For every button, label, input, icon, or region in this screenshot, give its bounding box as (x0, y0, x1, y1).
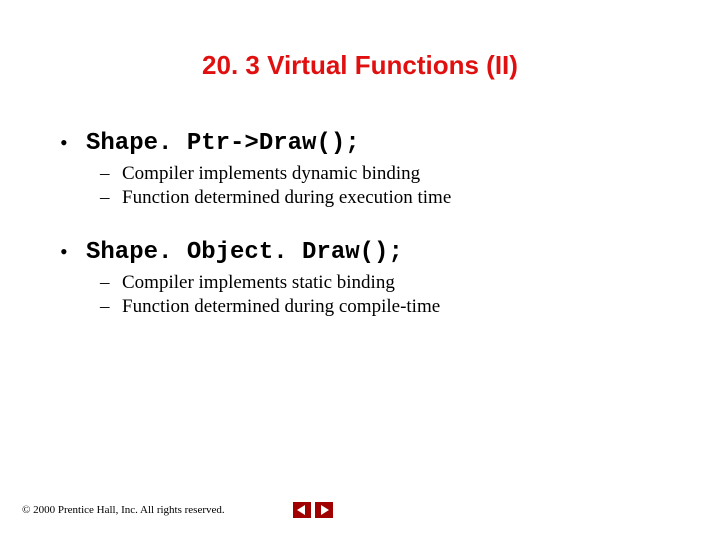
bullet-level-2: Compiler implements static binding (100, 272, 680, 294)
bullet-level-2: Function determined during execution tim… (100, 187, 680, 209)
footer: © 2000 Prentice Hall, Inc. All rights re… (22, 502, 333, 518)
bullet-level-1: Shape. Ptr->Draw(); (60, 130, 680, 157)
bullet-level-2: Function determined during compile-time (100, 296, 680, 318)
prev-button[interactable] (293, 502, 311, 518)
triangle-right-icon (319, 505, 329, 515)
next-button[interactable] (315, 502, 333, 518)
sub-bullet-text: Compiler implements static binding (122, 272, 395, 293)
sub-bullet-text: Function determined during execution tim… (122, 187, 451, 208)
nav-buttons (293, 502, 333, 518)
sub-bullets: Compiler implements static binding Funct… (100, 272, 680, 318)
sub-bullet-text: Compiler implements dynamic binding (122, 163, 420, 184)
sub-bullet-text: Function determined during compile-time (122, 296, 440, 317)
bullet-text: Shape. Object. Draw(); (86, 239, 403, 266)
sub-bullets: Compiler implements dynamic binding Func… (100, 163, 680, 209)
bullet-level-2: Compiler implements dynamic binding (100, 163, 680, 185)
bullet-level-1: Shape. Object. Draw(); (60, 239, 680, 266)
slide-content: Shape. Ptr->Draw(); Compiler implements … (60, 130, 680, 348)
slide: 20. 3 Virtual Functions (II) Shape. Ptr-… (0, 0, 720, 540)
triangle-left-icon (297, 505, 307, 515)
copyright-text: © 2000 Prentice Hall, Inc. All rights re… (22, 504, 225, 516)
slide-title: 20. 3 Virtual Functions (II) (0, 50, 720, 81)
bullet-text: Shape. Ptr->Draw(); (86, 130, 360, 157)
